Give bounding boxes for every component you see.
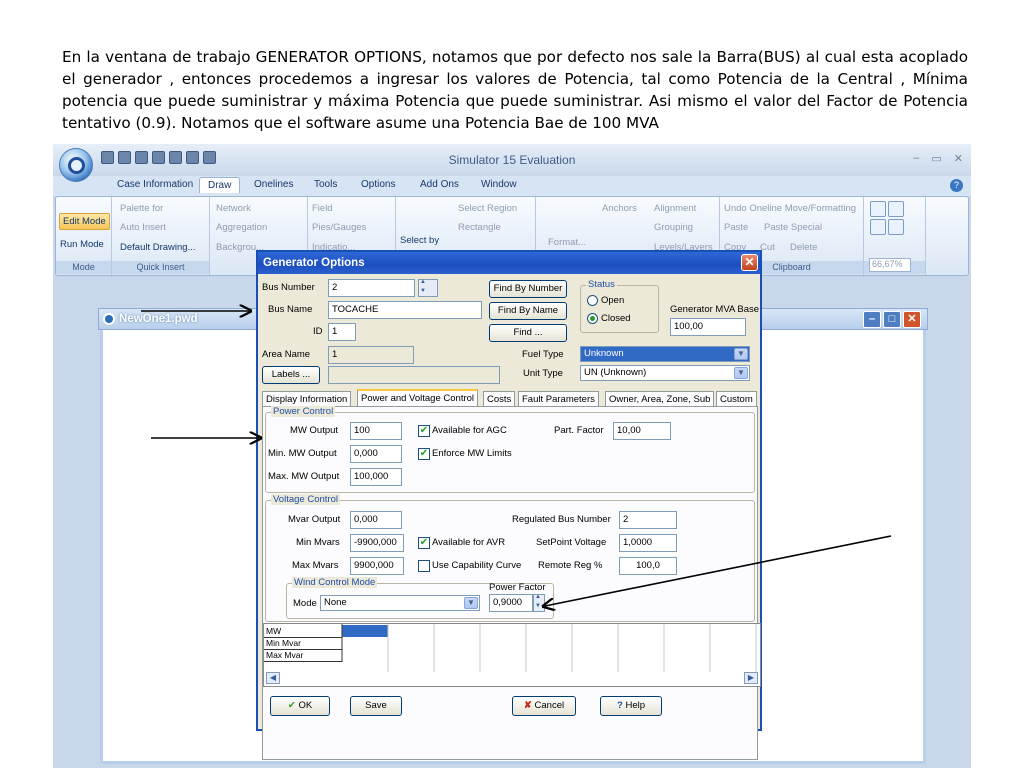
- caption-text: En la ventana de trabajo GENERATOR OPTIO…: [62, 48, 968, 132]
- simulator-screenshot: Simulator 15 Evaluation – ▭ ✕ Case Infor…: [53, 144, 971, 768]
- annotation-arrows: [141, 144, 892, 768]
- arrow-power-factor: [545, 535, 892, 606]
